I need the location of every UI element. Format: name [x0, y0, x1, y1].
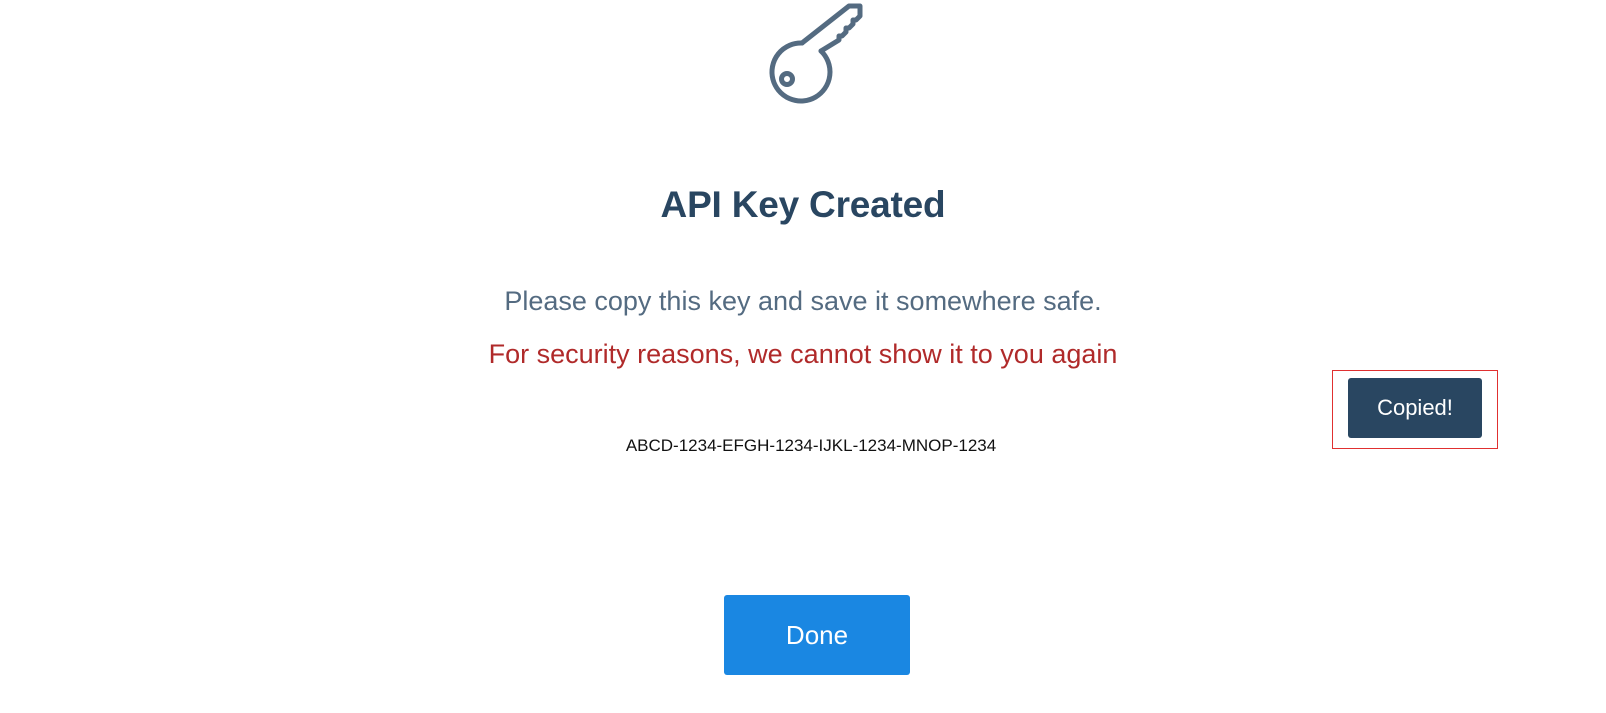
security-warning-text: For security reasons, we cannot show it … [488, 339, 1118, 369]
api-key-created-dialog: API Key Created Please copy this key and… [0, 0, 1606, 713]
done-button[interactable]: Done [724, 595, 910, 675]
copy-button[interactable]: Copied! [1348, 378, 1482, 438]
dialog-title: API Key Created [660, 184, 946, 225]
copy-instruction-text: Please copy this key and save it somewhe… [504, 286, 1102, 316]
key-icon [765, 2, 869, 106]
